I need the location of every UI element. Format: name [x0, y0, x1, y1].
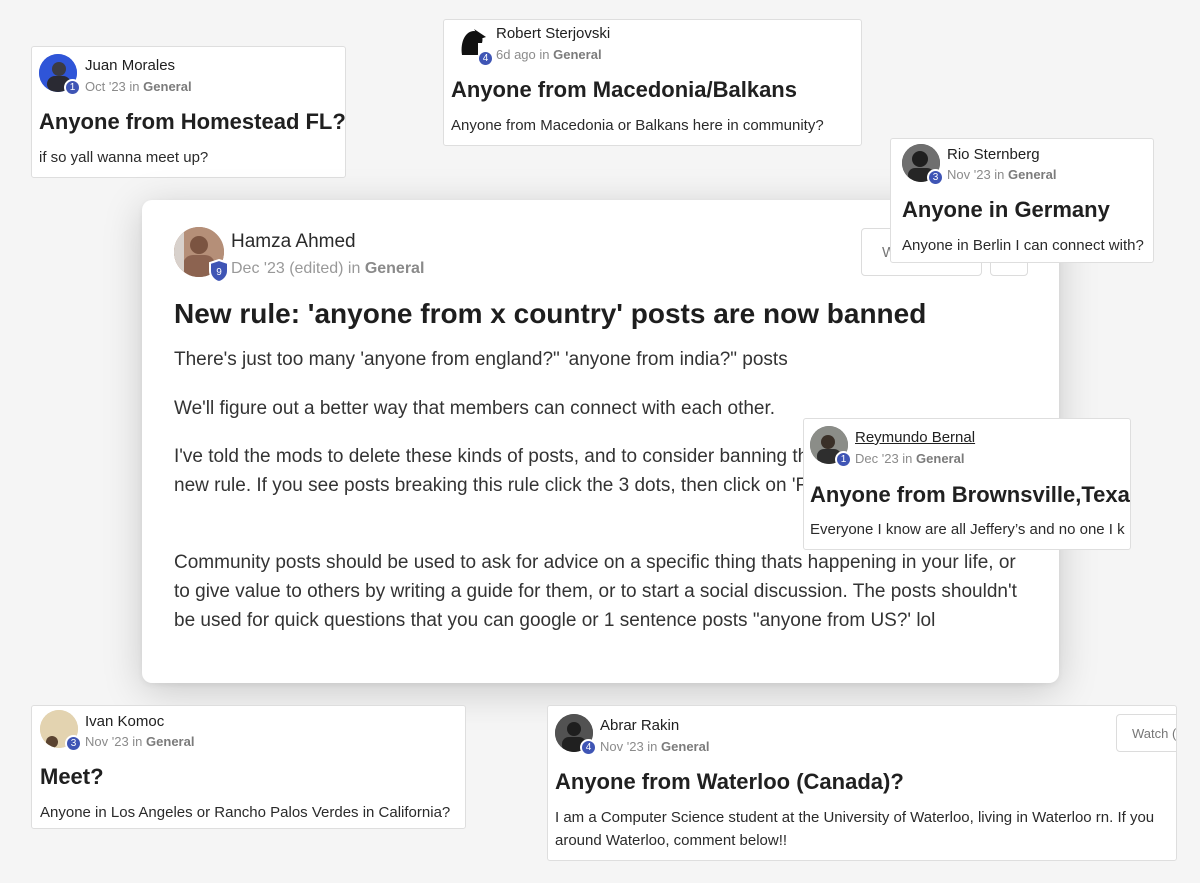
- post-title: New rule: 'anyone from x country' posts …: [174, 298, 927, 329]
- in-label: in: [994, 167, 1005, 182]
- post-title[interactable]: Anyone in Germany: [902, 197, 1110, 223]
- post-card-abrar[interactable]: 4 Abrar Rakin Nov '23 in General Watch (…: [547, 705, 1177, 861]
- author-name[interactable]: Hamza Ahmed: [231, 231, 356, 253]
- post-title[interactable]: Anyone from Brownsville,Texas: [810, 482, 1130, 508]
- in-label: in: [132, 734, 143, 749]
- post-body-line: around Waterloo, comment below!!: [555, 832, 788, 849]
- post-body-line: I am a Computer Science student at the U…: [555, 809, 1155, 826]
- post-title[interactable]: Anyone from Macedonia/Balkans: [451, 77, 797, 103]
- author-name[interactable]: Rio Sternberg: [947, 146, 1040, 163]
- category-link[interactable]: General: [143, 79, 191, 94]
- post-title[interactable]: Anyone from Homestead FL?: [39, 109, 345, 135]
- in-label: in: [347, 260, 361, 277]
- post-date: Dec '23: [855, 451, 899, 466]
- level-badge-icon: 4: [580, 739, 597, 756]
- avatar[interactable]: 3: [40, 710, 82, 752]
- post-card-reymundo[interactable]: 1 Reymundo Bernal Dec '23 in General Any…: [803, 418, 1131, 550]
- avatar[interactable]: 1: [810, 426, 852, 468]
- category-link[interactable]: General: [365, 260, 425, 277]
- category-link[interactable]: General: [146, 734, 194, 749]
- category-link[interactable]: General: [916, 451, 964, 466]
- post-date: Nov '23: [600, 739, 644, 754]
- category-link[interactable]: General: [1008, 167, 1056, 182]
- post-meta: Dec '23 (edited) in General: [231, 260, 424, 278]
- level-badge-icon: 1: [835, 451, 852, 468]
- category-link[interactable]: General: [661, 739, 709, 754]
- post-meta: Nov '23 in General: [947, 167, 1056, 182]
- avatar[interactable]: 4: [555, 714, 597, 756]
- post-body: Everyone I know are all Jeffery’s and no…: [810, 521, 1125, 538]
- post-meta: Oct '23 in General: [85, 79, 192, 94]
- in-label: in: [902, 451, 913, 466]
- author-name[interactable]: Reymundo Bernal: [855, 429, 975, 446]
- level-badge-icon: 9: [216, 267, 222, 278]
- shield-icon: 9: [209, 259, 229, 283]
- post-meta: Nov '23 in General: [600, 739, 709, 754]
- post-body: Anyone in Los Angeles or Rancho Palos Ve…: [40, 804, 451, 821]
- avatar[interactable]: 3: [902, 144, 944, 186]
- level-badge-icon: 1: [64, 79, 81, 96]
- level-badge-icon: 4: [477, 50, 494, 67]
- post-date: Nov '23: [85, 734, 129, 749]
- post-body: if so yall wanna meet up?: [39, 149, 209, 166]
- level-badge-icon: 3: [927, 169, 944, 186]
- post-card-juan[interactable]: 1 Juan Morales Oct '23 in General Anyone…: [31, 46, 346, 178]
- post-title[interactable]: Anyone from Waterloo (Canada)?: [555, 769, 904, 795]
- post-date: Oct '23: [85, 79, 126, 94]
- post-paragraph: There's just too many 'anyone from engla…: [174, 349, 788, 370]
- post-card-robert[interactable]: 4 Robert Sterjovski 6d ago in General An…: [443, 19, 862, 146]
- avatar[interactable]: 1: [39, 54, 81, 96]
- post-date: Dec '23 (edited): [231, 260, 344, 277]
- author-name[interactable]: Ivan Komoc: [85, 713, 164, 730]
- author-name[interactable]: Robert Sterjovski: [496, 25, 610, 42]
- post-date: 6d ago: [496, 47, 536, 62]
- category-link[interactable]: General: [553, 47, 601, 62]
- author-name[interactable]: Abrar Rakin: [600, 717, 679, 734]
- in-label: in: [129, 79, 140, 94]
- post-meta: Nov '23 in General: [85, 734, 194, 749]
- post-meta: Dec '23 in General: [855, 451, 964, 466]
- post-date: Nov '23: [947, 167, 991, 182]
- post-title[interactable]: Meet?: [40, 764, 104, 790]
- post-body: Anyone in Berlin I can connect with?: [902, 237, 1144, 254]
- post-body: Anyone from Macedonia or Balkans here in…: [451, 117, 824, 134]
- post-card-ivan[interactable]: 3 Ivan Komoc Nov '23 in General Meet? An…: [31, 705, 466, 829]
- avatar[interactable]: 9: [174, 227, 229, 283]
- post-paragraph: Community posts should be used to ask fo…: [174, 552, 1017, 631]
- in-label: in: [539, 47, 550, 62]
- post-meta: 6d ago in General: [496, 47, 602, 62]
- level-badge-icon: 3: [65, 735, 82, 752]
- post-card-rio[interactable]: 3 Rio Sternberg Nov '23 in General Anyon…: [890, 138, 1154, 263]
- in-label: in: [647, 739, 658, 754]
- avatar[interactable]: 4: [452, 25, 494, 67]
- watch-button[interactable]: Watch (: [1116, 714, 1176, 752]
- author-name[interactable]: Juan Morales: [85, 57, 175, 74]
